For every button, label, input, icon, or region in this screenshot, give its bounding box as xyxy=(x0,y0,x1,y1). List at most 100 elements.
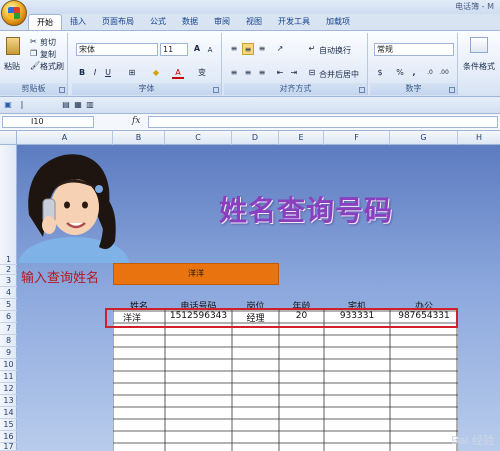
wrap-text-button[interactable]: 自动换行 xyxy=(319,45,351,56)
worksheet[interactable]: 姓名查询号码 输入查询姓名 洋洋 姓名 电话号码 岗位 年龄 宅机 办公 洋洋 … xyxy=(17,145,500,451)
phonetic-button[interactable]: 变 xyxy=(196,67,208,79)
column-header-g[interactable]: G xyxy=(390,131,458,145)
toolbar-icon[interactable]: ▤ xyxy=(60,99,72,111)
toolbar-icon[interactable]: ▥ xyxy=(84,99,96,111)
row-header-11[interactable]: 11 xyxy=(0,371,17,383)
currency-icon[interactable]: $ xyxy=(374,67,386,79)
styles-group: 条件格式 xyxy=(460,33,500,95)
alignment-launcher-icon[interactable] xyxy=(359,87,365,93)
increase-indent-icon[interactable]: ⇥ xyxy=(288,67,300,79)
align-left-icon[interactable]: ≡ xyxy=(228,67,240,79)
percent-button[interactable]: % xyxy=(394,67,406,79)
decrease-indent-icon[interactable]: ⇤ xyxy=(274,67,286,79)
query-name-cell[interactable]: 洋洋 xyxy=(113,263,279,285)
row-header-13[interactable]: 13 xyxy=(0,395,17,407)
column-header-d[interactable]: D xyxy=(232,131,279,145)
decrease-decimal-icon[interactable]: .00 xyxy=(438,67,450,79)
increase-decimal-icon[interactable]: .0 xyxy=(424,67,436,79)
query-name-label: 输入查询姓名 xyxy=(21,271,100,286)
shrink-font-button[interactable]: A xyxy=(204,44,216,56)
column-header-f[interactable]: F xyxy=(324,131,390,145)
row-header-14[interactable]: 14 xyxy=(0,407,17,419)
column-header-e[interactable]: E xyxy=(279,131,324,145)
borders-icon[interactable]: ⊞ xyxy=(126,67,138,79)
align-middle-icon[interactable]: ≡ xyxy=(242,43,254,55)
fill-color-icon[interactable]: ◆ xyxy=(150,67,162,79)
column-header-h[interactable]: H xyxy=(458,131,500,145)
row-header-4[interactable]: 4 xyxy=(0,287,17,299)
align-right-icon[interactable]: ≡ xyxy=(256,67,268,79)
clipboard-group: 粘贴 ✂ 剪切 ❐ 复制 🖌 格式刷 剪贴板 xyxy=(0,33,68,95)
tab-developer[interactable]: 开发工具 xyxy=(270,14,318,30)
italic-button[interactable]: I xyxy=(89,67,101,79)
paste-icon[interactable] xyxy=(6,37,20,55)
column-header-b[interactable]: B xyxy=(113,131,165,145)
row-header-5[interactable]: 5 xyxy=(0,299,17,311)
format-painter-icon[interactable]: 🖌 xyxy=(30,61,40,70)
font-size-select[interactable]: 11 xyxy=(160,43,188,56)
cut-button[interactable]: 剪切 xyxy=(40,37,56,48)
font-group-label: 字体 xyxy=(72,83,221,95)
clipboard-launcher-icon[interactable] xyxy=(59,87,65,93)
paste-button[interactable]: 粘贴 xyxy=(4,61,20,72)
tab-data[interactable]: 数据 xyxy=(174,14,206,30)
window-title: 电话簿 - M xyxy=(455,2,494,11)
ribbon: 粘贴 ✂ 剪切 ❐ 复制 🖌 格式刷 剪贴板 宋体 11 A A B I U ⊞… xyxy=(0,30,500,97)
underline-button[interactable]: U xyxy=(102,67,114,79)
office-button[interactable] xyxy=(1,0,27,26)
row-header-8[interactable]: 8 xyxy=(0,335,17,347)
font-name-select[interactable]: 宋体 xyxy=(76,43,158,56)
results-grid[interactable] xyxy=(113,310,458,451)
copy-icon[interactable]: ❐ xyxy=(30,49,37,58)
orientation-icon[interactable]: ↗ xyxy=(274,43,286,55)
select-all-corner[interactable] xyxy=(0,131,17,145)
align-bottom-icon[interactable]: ≡ xyxy=(256,43,268,55)
clipboard-group-label: 剪贴板 xyxy=(0,83,67,95)
tab-review[interactable]: 审阅 xyxy=(206,14,238,30)
alignment-group: ≡ ≡ ≡ ↗ ↵ 自动换行 ≡ ≡ ≡ ⇤ ⇥ ⊟ 合并后居中 对齐方式 xyxy=(224,33,368,95)
tab-addins[interactable]: 加载项 xyxy=(318,14,358,30)
row-header-9[interactable]: 9 xyxy=(0,347,17,359)
tab-insert[interactable]: 插入 xyxy=(62,14,94,30)
format-painter-button[interactable]: 格式刷 xyxy=(40,61,64,72)
column-header-a[interactable]: A xyxy=(17,131,113,145)
grow-font-button[interactable]: A xyxy=(191,43,203,55)
align-center-icon[interactable]: ≡ xyxy=(242,67,254,79)
row-header-6[interactable]: 6 xyxy=(0,311,17,323)
row-header-10[interactable]: 10 xyxy=(0,359,17,371)
number-launcher-icon[interactable] xyxy=(449,87,455,93)
save-icon[interactable]: ▣ xyxy=(2,99,14,111)
tab-view[interactable]: 视图 xyxy=(238,14,270,30)
toolbar-icon[interactable]: ▦ xyxy=(72,99,84,111)
formula-input[interactable] xyxy=(148,116,498,128)
bold-button[interactable]: B xyxy=(76,67,88,79)
tab-formulas[interactable]: 公式 xyxy=(142,14,174,30)
align-top-icon[interactable]: ≡ xyxy=(228,43,240,55)
merge-icon[interactable]: ⊟ xyxy=(306,67,318,79)
name-box[interactable]: I10 xyxy=(2,116,94,128)
copy-button[interactable]: 复制 xyxy=(40,49,56,60)
number-format-select[interactable]: 常规 xyxy=(374,43,454,56)
wrap-text-icon[interactable]: ↵ xyxy=(306,43,318,55)
merge-center-button[interactable]: 合并后居中 xyxy=(319,69,359,80)
child-phone-photo xyxy=(19,154,129,263)
cut-icon[interactable]: ✂ xyxy=(30,37,37,46)
separator-icon: | xyxy=(20,100,24,109)
tab-home[interactable]: 开始 xyxy=(28,14,62,30)
tab-page-layout[interactable]: 页面布局 xyxy=(94,14,142,30)
row-header-3[interactable]: 3 xyxy=(0,275,17,287)
font-launcher-icon[interactable] xyxy=(213,87,219,93)
conditional-format-icon[interactable] xyxy=(470,37,488,53)
row-header-17[interactable]: 17 xyxy=(0,443,17,451)
ribbon-tabs: 开始 插入 页面布局 公式 数据 审阅 视图 开发工具 加载项 xyxy=(28,14,358,30)
row-header-12[interactable]: 12 xyxy=(0,383,17,395)
row-header-7[interactable]: 7 xyxy=(0,323,17,335)
row-header-15[interactable]: 15 xyxy=(0,419,17,431)
column-header-c[interactable]: C xyxy=(165,131,232,145)
conditional-format-button[interactable]: 条件格式 xyxy=(463,61,495,72)
comma-button[interactable]: , xyxy=(408,67,420,79)
row-header-1[interactable]: 1 xyxy=(0,145,17,265)
row-header-2[interactable]: 2 xyxy=(0,265,17,275)
font-color-button[interactable]: A xyxy=(172,67,184,79)
fx-button[interactable]: fx xyxy=(132,116,146,128)
